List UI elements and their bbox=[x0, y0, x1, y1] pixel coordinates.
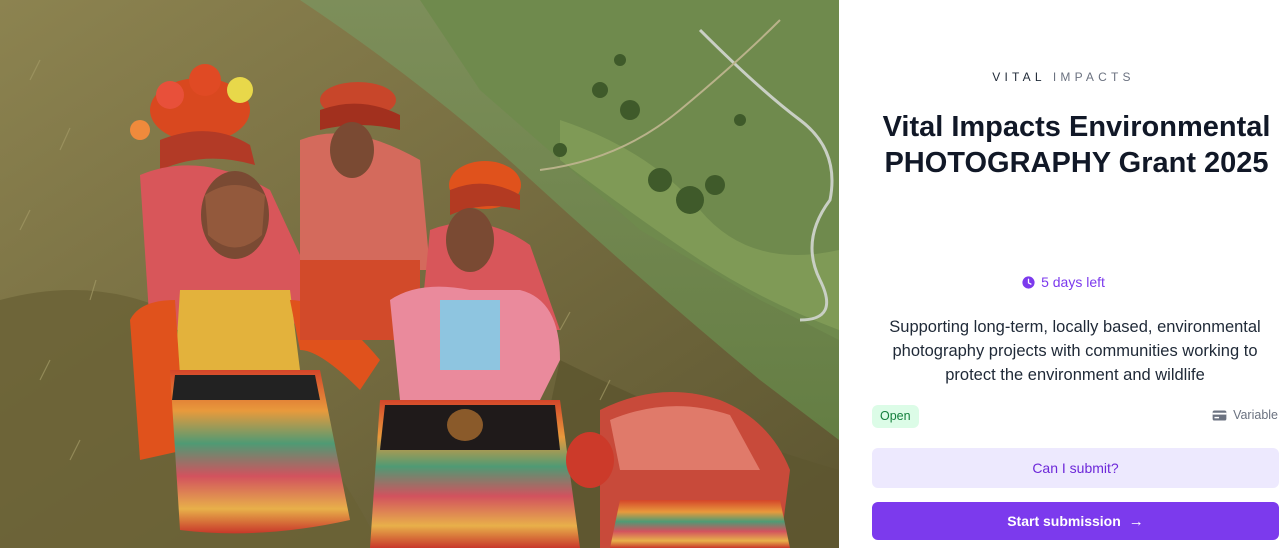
start-submission-button[interactable]: Start submission → bbox=[872, 502, 1279, 540]
arrow-right-icon: → bbox=[1128, 512, 1144, 530]
vital-impacts-logo: VITAL IMPACTS bbox=[839, 70, 1288, 84]
grant-detail-panel: VITAL IMPACTS Vital Impacts Environmenta… bbox=[839, 0, 1288, 548]
fee-label: Variable bbox=[1233, 408, 1278, 422]
start-submission-label: Start submission bbox=[1007, 513, 1121, 529]
status-badge: Open bbox=[872, 405, 919, 428]
hero-photo-illustration bbox=[0, 0, 839, 548]
fee-indicator: Variable bbox=[1212, 408, 1278, 422]
hero-photo bbox=[0, 0, 839, 548]
can-i-submit-button[interactable]: Can I submit? bbox=[872, 448, 1279, 488]
clock-icon bbox=[1022, 275, 1035, 289]
grant-title: Vital Impacts Environmental PHOTOGRAPHY … bbox=[882, 111, 1271, 179]
deadline-indicator: 5 days left bbox=[839, 274, 1288, 290]
credit-card-icon bbox=[1212, 409, 1227, 421]
grant-description: Supporting long-term, locally based, env… bbox=[889, 318, 1261, 384]
deadline-text: 5 days left bbox=[1041, 274, 1105, 290]
logo-text-light: IMPACTS bbox=[1052, 70, 1135, 84]
logo-text-strong: VITAL bbox=[992, 70, 1046, 84]
